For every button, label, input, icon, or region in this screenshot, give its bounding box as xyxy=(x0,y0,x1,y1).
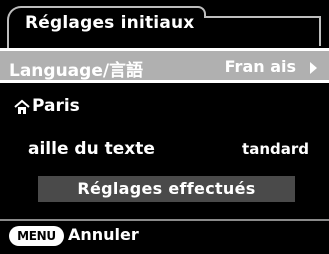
home-icon xyxy=(14,99,30,114)
settings-done-label: Réglages effectués xyxy=(77,179,256,198)
home-town-row[interactable]: Paris xyxy=(0,92,329,124)
home-town-label: Paris xyxy=(32,96,80,116)
menu-button-icon[interactable]: MENU xyxy=(9,226,64,246)
text-size-label: aille du texte xyxy=(28,139,155,159)
chevron-right-icon xyxy=(310,62,317,74)
footer-divider xyxy=(0,219,329,221)
text-size-row[interactable]: aille du texte tandard xyxy=(0,135,329,167)
language-value: Fran ais xyxy=(224,57,296,76)
language-row[interactable]: Language/言語 Fran ais xyxy=(0,48,329,83)
tab-frame-top-line xyxy=(204,16,321,18)
settings-done-button[interactable]: Réglages effectués xyxy=(38,176,295,202)
cancel-label: Annuler xyxy=(68,225,139,244)
language-label: Language/言語 xyxy=(9,61,144,81)
tab-frame-right-side xyxy=(319,16,321,46)
text-size-value: tandard xyxy=(242,140,309,158)
menu-title: Réglages initiaux xyxy=(25,13,195,33)
